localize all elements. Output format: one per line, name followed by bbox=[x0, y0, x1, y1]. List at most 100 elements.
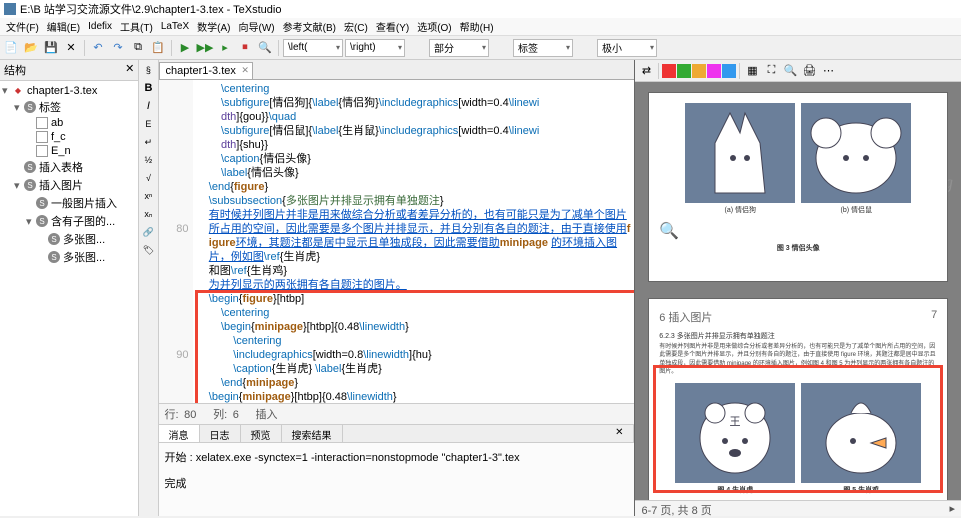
sec-icon: S bbox=[24, 179, 36, 191]
menu-options[interactable]: 选项(O) bbox=[413, 19, 455, 34]
compile-icon[interactable]: ▸ bbox=[216, 39, 234, 57]
menu-file[interactable]: 文件(F) bbox=[2, 19, 43, 34]
close-icon[interactable]: ✕ bbox=[62, 39, 80, 57]
side-sub-icon[interactable]: xₙ bbox=[140, 206, 156, 222]
build-view-icon[interactable]: ▶▶ bbox=[196, 39, 214, 57]
pv-color-magenta[interactable] bbox=[707, 64, 721, 78]
pv-scroll-right-icon[interactable]: ▸ bbox=[949, 502, 955, 515]
tree-item[interactable]: ▾S标签 bbox=[2, 98, 136, 116]
msg-tab-search[interactable]: 搜索结果 bbox=[282, 425, 343, 442]
sec-icon: S bbox=[48, 233, 60, 245]
side-newline-icon[interactable]: ↵ bbox=[140, 134, 156, 150]
copy-icon[interactable]: ⧉ bbox=[129, 39, 147, 57]
pv-color-green[interactable] bbox=[677, 64, 691, 78]
undo-icon[interactable]: ↶ bbox=[89, 39, 107, 57]
pv-fit-icon[interactable]: ⛶ bbox=[762, 62, 780, 80]
side-bold-icon[interactable]: B bbox=[140, 80, 156, 96]
section-combo[interactable]: 部分 bbox=[429, 39, 489, 57]
paste-icon[interactable]: 📋 bbox=[149, 39, 167, 57]
svg-text:王: 王 bbox=[730, 416, 741, 428]
pv-color-red[interactable] bbox=[662, 64, 676, 78]
doc-icon bbox=[36, 131, 48, 143]
side-sup-icon[interactable]: xⁿ bbox=[140, 188, 156, 204]
menu-macro[interactable]: 宏(C) bbox=[340, 19, 372, 34]
code-editor[interactable]: 80 90 \centering \subfigure[情侣狗]{\label{… bbox=[159, 80, 635, 403]
message-body[interactable]: 开始 : xelatex.exe -synctex=1 -interaction… bbox=[159, 443, 635, 516]
panel-close-icon[interactable]: ✕ bbox=[125, 62, 134, 78]
view-icon[interactable]: 🔍 bbox=[256, 39, 274, 57]
side-sqrt-icon[interactable]: √ bbox=[140, 170, 156, 186]
tab-close-icon[interactable]: ✕ bbox=[241, 65, 249, 76]
open-icon[interactable]: 📂 bbox=[22, 39, 40, 57]
size-combo[interactable]: 极小 bbox=[597, 39, 657, 57]
menu-bib[interactable]: 参考文献(B) bbox=[279, 19, 340, 34]
side-label-icon[interactable]: 🏷 bbox=[140, 242, 156, 258]
right-delim-combo[interactable]: \right) bbox=[345, 39, 405, 57]
line-gutter: 80 90 bbox=[159, 80, 193, 403]
structure-panel: 结构 ✕ ▾ ◆ chapter1-3.tex ▾S标签abf_cE_nS插入表… bbox=[0, 60, 139, 516]
tree-item[interactable]: E_n bbox=[2, 144, 136, 158]
structure-tree[interactable]: ▾ ◆ chapter1-3.tex ▾S标签abf_cE_nS插入表格▾S插入… bbox=[0, 81, 138, 516]
tree-item[interactable]: ▾S含有子图的... bbox=[2, 212, 136, 230]
side-em-icon[interactable]: E bbox=[140, 116, 156, 132]
msg-tab-messages[interactable]: 消息 bbox=[159, 425, 200, 442]
tree-item[interactable]: S多张图... bbox=[2, 230, 136, 248]
menu-idefix[interactable]: Idefix bbox=[84, 21, 116, 32]
menu-edit[interactable]: 编辑(E) bbox=[43, 19, 84, 34]
doc-icon bbox=[36, 117, 48, 129]
menu-math[interactable]: 数学(A) bbox=[193, 19, 234, 34]
main-area: 结构 ✕ ▾ ◆ chapter1-3.tex ▾S标签abf_cE_nS插入表… bbox=[0, 60, 961, 516]
sec-icon: S bbox=[24, 161, 36, 173]
save-icon[interactable]: 💾 bbox=[42, 39, 60, 57]
side-frac-icon[interactable]: ½ bbox=[140, 152, 156, 168]
menu-wizard[interactable]: 向导(W) bbox=[235, 19, 279, 34]
build-icon[interactable]: ▶ bbox=[176, 39, 194, 57]
pv-print-icon[interactable]: 🖨 bbox=[800, 62, 818, 80]
tree-item[interactable]: ▾S插入图片 bbox=[2, 176, 136, 194]
label-combo[interactable]: 标签 bbox=[513, 39, 573, 57]
menu-latex[interactable]: LaTeX bbox=[157, 21, 193, 32]
tree-item[interactable]: S一般图片插入 bbox=[2, 194, 136, 212]
tex-file-icon: ◆ bbox=[12, 85, 24, 97]
pv-more-icon[interactable]: ⋯ bbox=[819, 62, 837, 80]
structure-header: 结构 ✕ bbox=[0, 60, 138, 81]
editor-tab[interactable]: chapter1-3.tex ✕ bbox=[159, 62, 253, 79]
menu-help[interactable]: 帮助(H) bbox=[456, 19, 498, 34]
doc-icon bbox=[36, 145, 48, 157]
menu-tools[interactable]: 工具(T) bbox=[116, 19, 157, 34]
pdf-preview-panel: ⇄ ▦ ⛶ 🔍 🖨 ⋯ joefsong bbox=[634, 60, 961, 516]
pv-color-blue[interactable] bbox=[722, 64, 736, 78]
new-icon[interactable]: 📄 bbox=[2, 39, 20, 57]
code-content[interactable]: \centering \subfigure[情侣狗]{\label{情侣狗}\i… bbox=[193, 80, 635, 403]
sec-icon: S bbox=[48, 251, 60, 263]
editor-side-toolbar: § B I E ↵ ½ √ xⁿ xₙ 🔗 🏷 bbox=[139, 60, 158, 516]
tree-item[interactable]: S插入表格 bbox=[2, 158, 136, 176]
pv-sync-icon[interactable]: ⇄ bbox=[637, 62, 655, 80]
side-italic-icon[interactable]: I bbox=[140, 98, 156, 114]
sec-icon: S bbox=[36, 197, 48, 209]
msg-close-icon[interactable]: ✕ bbox=[605, 425, 634, 442]
tree-root[interactable]: ▾ ◆ chapter1-3.tex bbox=[2, 83, 136, 98]
preview-toolbar: ⇄ ▦ ⛶ 🔍 🖨 ⋯ bbox=[635, 60, 961, 82]
side-ref-icon[interactable]: 🔗 bbox=[140, 224, 156, 240]
pv-zoom-icon[interactable]: 🔍 bbox=[781, 62, 799, 80]
msg-tab-preview[interactable]: 预览 bbox=[241, 425, 282, 442]
tree-item[interactable]: f_c bbox=[2, 130, 136, 144]
sec-icon: S bbox=[24, 101, 36, 113]
pdf-page: (a) 情侣狗 (b) 情侣鼠 🔍 图 3 情侣头像 bbox=[648, 92, 948, 282]
tree-item[interactable]: S多张图... bbox=[2, 248, 136, 266]
menu-view[interactable]: 查看(Y) bbox=[372, 19, 413, 34]
preview-image bbox=[801, 383, 921, 483]
tree-item[interactable]: ab bbox=[2, 116, 136, 130]
left-delim-combo[interactable]: \left( bbox=[283, 39, 343, 57]
stop-icon[interactable]: ⏹ bbox=[236, 39, 254, 57]
magnifier-icon[interactable]: 🔍 bbox=[659, 221, 937, 241]
pv-grid-icon[interactable]: ▦ bbox=[743, 62, 761, 80]
msg-tab-log[interactable]: 日志 bbox=[200, 425, 241, 442]
redo-icon[interactable]: ↷ bbox=[109, 39, 127, 57]
pv-color-orange[interactable] bbox=[692, 64, 706, 78]
editor-tabs: chapter1-3.tex ✕ bbox=[159, 60, 635, 80]
side-section-icon[interactable]: § bbox=[140, 62, 156, 78]
preview-viewport[interactable]: joefsong (a) 情侣狗 (b) 情侣鼠 bbox=[635, 82, 961, 500]
window-title: E:\B 站学习交流源文件\2.9\chapter1-3.tex - TeXst… bbox=[20, 1, 281, 17]
